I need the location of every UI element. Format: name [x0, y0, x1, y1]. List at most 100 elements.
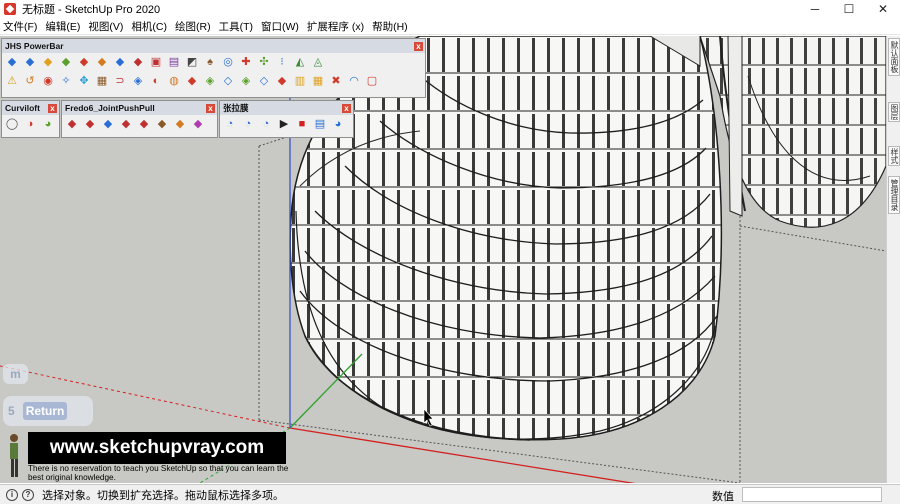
tool-button[interactable]: ▢	[364, 74, 380, 90]
title-bar: 无标题 - SketchUp Pro 2020 ─ ☐ ✕	[0, 0, 900, 18]
tool-button[interactable]: ◯	[4, 117, 20, 133]
toolbar-title: Fredo6_JointPushPull	[65, 103, 155, 113]
tool-button[interactable]: ✣	[256, 55, 272, 71]
tool-button[interactable]: ◆	[172, 117, 188, 133]
menu-help[interactable]: 帮助(H)	[369, 19, 413, 34]
tool-button[interactable]: ◈	[130, 74, 146, 90]
curviloft-toolbar: Curviloft x ◯ ◑ ◕	[1, 100, 60, 138]
fredo6-jointpushpull-toolbar: Fredo6_JointPushPull x ◆ ◆ ◆ ◆ ◆ ◆ ◆ ◆	[61, 100, 218, 138]
tool-button[interactable]: ⊃	[112, 74, 128, 90]
tool-button[interactable]: ▤	[166, 55, 182, 71]
keystroke-return: Return	[22, 402, 68, 420]
tool-button[interactable]: ◭	[292, 55, 308, 71]
tool-button[interactable]: ◆	[64, 117, 80, 133]
toolbar-header[interactable]: Fredo6_JointPushPull x	[62, 101, 217, 115]
tool-button[interactable]: ⁝	[274, 55, 290, 71]
jhs-powerbar-toolbar: JHS PowerBar x ◆ ◆ ◆ ◆ ◆ ◆ ◆ ◆ ▣ ▤ ◩ ♠ ◎…	[1, 38, 426, 98]
tool-button[interactable]: ◩	[184, 55, 200, 71]
menu-camera[interactable]: 相机(C)	[128, 19, 172, 34]
menu-draw[interactable]: 绘图(R)	[172, 19, 216, 34]
play-icon[interactable]: ▶	[276, 117, 292, 133]
close-icon[interactable]: x	[414, 41, 423, 51]
tool-button[interactable]: ♠	[202, 55, 218, 71]
toolbar-title: 张拉膜	[223, 103, 249, 113]
close-icon[interactable]: x	[206, 103, 215, 113]
tool-button[interactable]: ◆	[76, 55, 92, 71]
tool-button[interactable]: ◆	[118, 117, 134, 133]
menu-edit[interactable]: 编辑(E)	[42, 19, 85, 34]
tool-button[interactable]: ✥	[76, 74, 92, 90]
tool-button[interactable]: ◆	[190, 117, 206, 133]
tool-button[interactable]: ◆	[58, 55, 74, 71]
dock-tab-styles[interactable]: 样式	[888, 146, 900, 166]
tool-button[interactable]: ◆	[82, 117, 98, 133]
tool-button[interactable]: ◆	[136, 117, 152, 133]
dock-tab-outliner[interactable]: 管理目录	[888, 176, 900, 214]
dock-tab-layers[interactable]: 图层	[888, 102, 900, 122]
tool-button[interactable]: ◆	[154, 117, 170, 133]
tool-button[interactable]: ↺	[22, 74, 38, 90]
tool-button[interactable]: ◆	[184, 74, 200, 90]
dock-tab-default-tray[interactable]: 默认面板	[888, 38, 900, 76]
toolbar-title: Curviloft	[5, 103, 40, 113]
tool-button[interactable]: ▦	[94, 74, 110, 90]
tool-button[interactable]: ◆	[130, 55, 146, 71]
tool-button[interactable]: ▥	[292, 74, 308, 90]
tool-button[interactable]: ◔	[240, 117, 256, 133]
tool-button[interactable]: ◇	[220, 74, 236, 90]
help-icon[interactable]: ?	[22, 488, 34, 501]
tool-button[interactable]: ◆	[274, 74, 290, 90]
tool-button[interactable]: ⚠	[4, 74, 20, 90]
tool-button[interactable]: ◆	[112, 55, 128, 71]
tool-button[interactable]: ◠	[346, 74, 362, 90]
toolbar-header[interactable]: 张拉膜 x	[220, 101, 353, 115]
tool-button[interactable]: ◈	[238, 74, 254, 90]
tool-button[interactable]: ◑	[22, 117, 38, 133]
tensile-membrane-toolbar: 张拉膜 x ◔ ◔ ◔ ▶ ■ ▤ ◕	[219, 100, 354, 138]
tool-button[interactable]: ◔	[222, 117, 238, 133]
menu-view[interactable]: 视图(V)	[85, 19, 128, 34]
menu-window[interactable]: 窗口(W)	[258, 19, 304, 34]
tool-button[interactable]: ◉	[40, 74, 56, 90]
tool-button[interactable]: ◕	[40, 117, 56, 133]
close-icon[interactable]: x	[342, 103, 351, 113]
minimize-button[interactable]: ─	[798, 0, 832, 18]
toolbar-title: JHS PowerBar	[5, 41, 64, 51]
maximize-button[interactable]: ☐	[832, 0, 866, 18]
tool-button[interactable]: ◐	[148, 74, 164, 90]
status-message: 选择对象。切换到扩充选择。拖动鼠标选择多项。	[42, 489, 284, 502]
tool-button[interactable]: ▤	[312, 117, 328, 133]
tool-button[interactable]: ◍	[166, 74, 182, 90]
status-bar: i ? 选择对象。切换到扩充选择。拖动鼠标选择多项。 数值	[0, 484, 900, 504]
tool-button[interactable]: ◆	[100, 117, 116, 133]
tool-button[interactable]: ✧	[58, 74, 74, 90]
toolbar-header[interactable]: Curviloft x	[2, 101, 59, 115]
menu-extensions[interactable]: 扩展程序 (x)	[304, 19, 369, 34]
tool-button[interactable]: ◆	[22, 55, 38, 71]
tool-button[interactable]: ◔	[258, 117, 274, 133]
toolbar-header[interactable]: JHS PowerBar x	[2, 39, 425, 53]
tool-button[interactable]: ▦	[310, 74, 326, 90]
info-icon[interactable]: i	[6, 488, 18, 501]
menu-file[interactable]: 文件(F)	[0, 19, 42, 34]
menu-bar: 文件(F) 编辑(E) 视图(V) 相机(C) 绘图(R) 工具(T) 窗口(W…	[0, 18, 900, 35]
close-icon[interactable]: x	[48, 103, 57, 113]
tool-button[interactable]: ◎	[220, 55, 236, 71]
tool-button[interactable]: ✚	[238, 55, 254, 71]
tool-button[interactable]: ◆	[40, 55, 56, 71]
menu-tools[interactable]: 工具(T)	[216, 19, 258, 34]
keystroke-overlay-m: m	[3, 364, 28, 384]
tool-button[interactable]: ◇	[256, 74, 272, 90]
measurements-input[interactable]	[742, 487, 882, 502]
tool-button[interactable]: ◆	[94, 55, 110, 71]
tool-button[interactable]: ◬	[310, 55, 326, 71]
tool-button[interactable]: ▣	[148, 55, 164, 71]
tool-button[interactable]: ◈	[202, 74, 218, 90]
stop-icon[interactable]: ■	[294, 117, 310, 133]
tool-button[interactable]: ◆	[4, 55, 20, 71]
tool-button[interactable]: ✖	[328, 74, 344, 90]
tool-button[interactable]: ◕	[330, 117, 346, 133]
watermark-url: www.sketchupvray.com	[28, 432, 286, 464]
measurements-label: 数值	[712, 491, 734, 503]
close-button[interactable]: ✕	[866, 0, 900, 18]
